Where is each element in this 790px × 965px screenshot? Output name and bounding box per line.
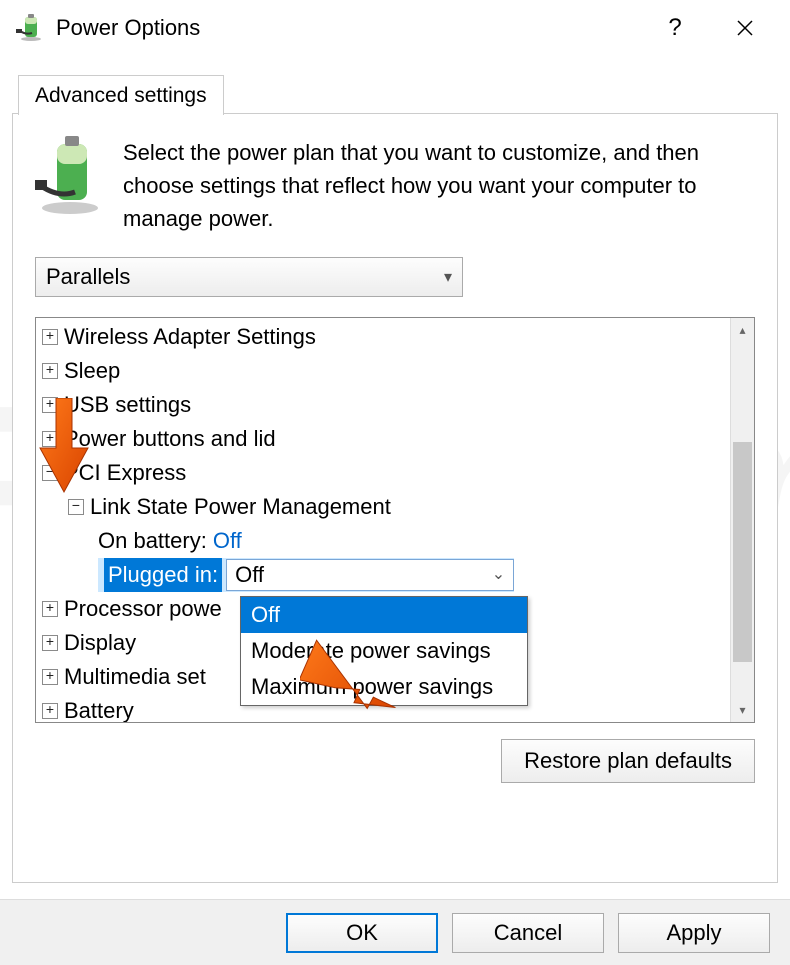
collapse-icon[interactable] [68, 499, 84, 515]
expand-icon[interactable] [42, 669, 58, 685]
expand-icon[interactable] [42, 329, 58, 345]
tree-item-wireless[interactable]: Wireless Adapter Settings [42, 320, 730, 354]
expand-icon[interactable] [42, 703, 58, 719]
help-button[interactable]: ? [640, 6, 710, 50]
plugged-in-dropdown[interactable]: Off Moderate power savings Maximum power… [240, 596, 528, 706]
on-battery-value[interactable]: Off [213, 524, 242, 558]
intro-text: Select the power plan that you want to c… [123, 136, 755, 235]
intro-row: Select the power plan that you want to c… [35, 136, 755, 235]
dropdown-option-off[interactable]: Off [241, 597, 527, 633]
tab-advanced-settings[interactable]: Advanced settings [18, 75, 224, 115]
power-plan-value: Parallels [46, 264, 130, 290]
plugged-in-label: Plugged in: [104, 558, 222, 592]
expand-icon[interactable] [42, 397, 58, 413]
scroll-track[interactable] [731, 342, 754, 698]
window-title: Power Options [56, 15, 640, 41]
expand-icon[interactable] [42, 431, 58, 447]
tree-item-sleep[interactable]: Sleep [42, 354, 730, 388]
dropdown-option-moderate[interactable]: Moderate power savings [241, 633, 527, 669]
expand-icon[interactable] [42, 363, 58, 379]
tree-scrollbar[interactable]: ▴ ▾ [730, 318, 754, 722]
title-bar: Power Options ? [0, 0, 790, 56]
plugged-in-value: Off [235, 558, 264, 592]
tree-item-pci-express[interactable]: PCI Express [42, 456, 730, 490]
tree-item-usb[interactable]: USB settings [42, 388, 730, 422]
dropdown-option-maximum[interactable]: Maximum power savings [241, 669, 527, 705]
power-plan-select[interactable]: Parallels ▾ [35, 257, 463, 297]
tree-item-plugged-in[interactable]: Plugged in: Off ⌄ [42, 558, 730, 592]
chevron-down-icon: ▾ [444, 267, 452, 287]
tab-page: Select the power plan that you want to c… [12, 113, 778, 883]
plugged-in-combo[interactable]: Off ⌄ [226, 559, 514, 591]
scroll-down-button[interactable]: ▾ [731, 698, 754, 722]
close-button[interactable] [710, 6, 780, 50]
tab-host: Advanced settings Select the power plan … [12, 72, 778, 883]
scroll-thumb[interactable] [733, 442, 752, 663]
restore-defaults-button[interactable]: Restore plan defaults [501, 739, 755, 783]
ok-button[interactable]: OK [286, 913, 438, 953]
tab-strip: Advanced settings [12, 72, 778, 114]
battery-icon [16, 13, 46, 43]
collapse-icon[interactable] [42, 465, 58, 481]
tree-item-on-battery[interactable]: On battery: Off [42, 524, 730, 558]
cancel-button[interactable]: Cancel [452, 913, 604, 953]
apply-button[interactable]: Apply [618, 913, 770, 953]
scroll-up-button[interactable]: ▴ [731, 318, 754, 342]
tree-item-link-state[interactable]: Link State Power Management [42, 490, 730, 524]
tree-item-power-buttons[interactable]: Power buttons and lid [42, 422, 730, 456]
power-plan-icon [35, 136, 105, 216]
chevron-down-icon: ⌄ [492, 558, 505, 592]
dialog-button-bar: OK Cancel Apply [0, 899, 790, 965]
settings-tree: Wireless Adapter Settings Sleep USB sett… [35, 317, 755, 723]
expand-icon[interactable] [42, 635, 58, 651]
expand-icon[interactable] [42, 601, 58, 617]
